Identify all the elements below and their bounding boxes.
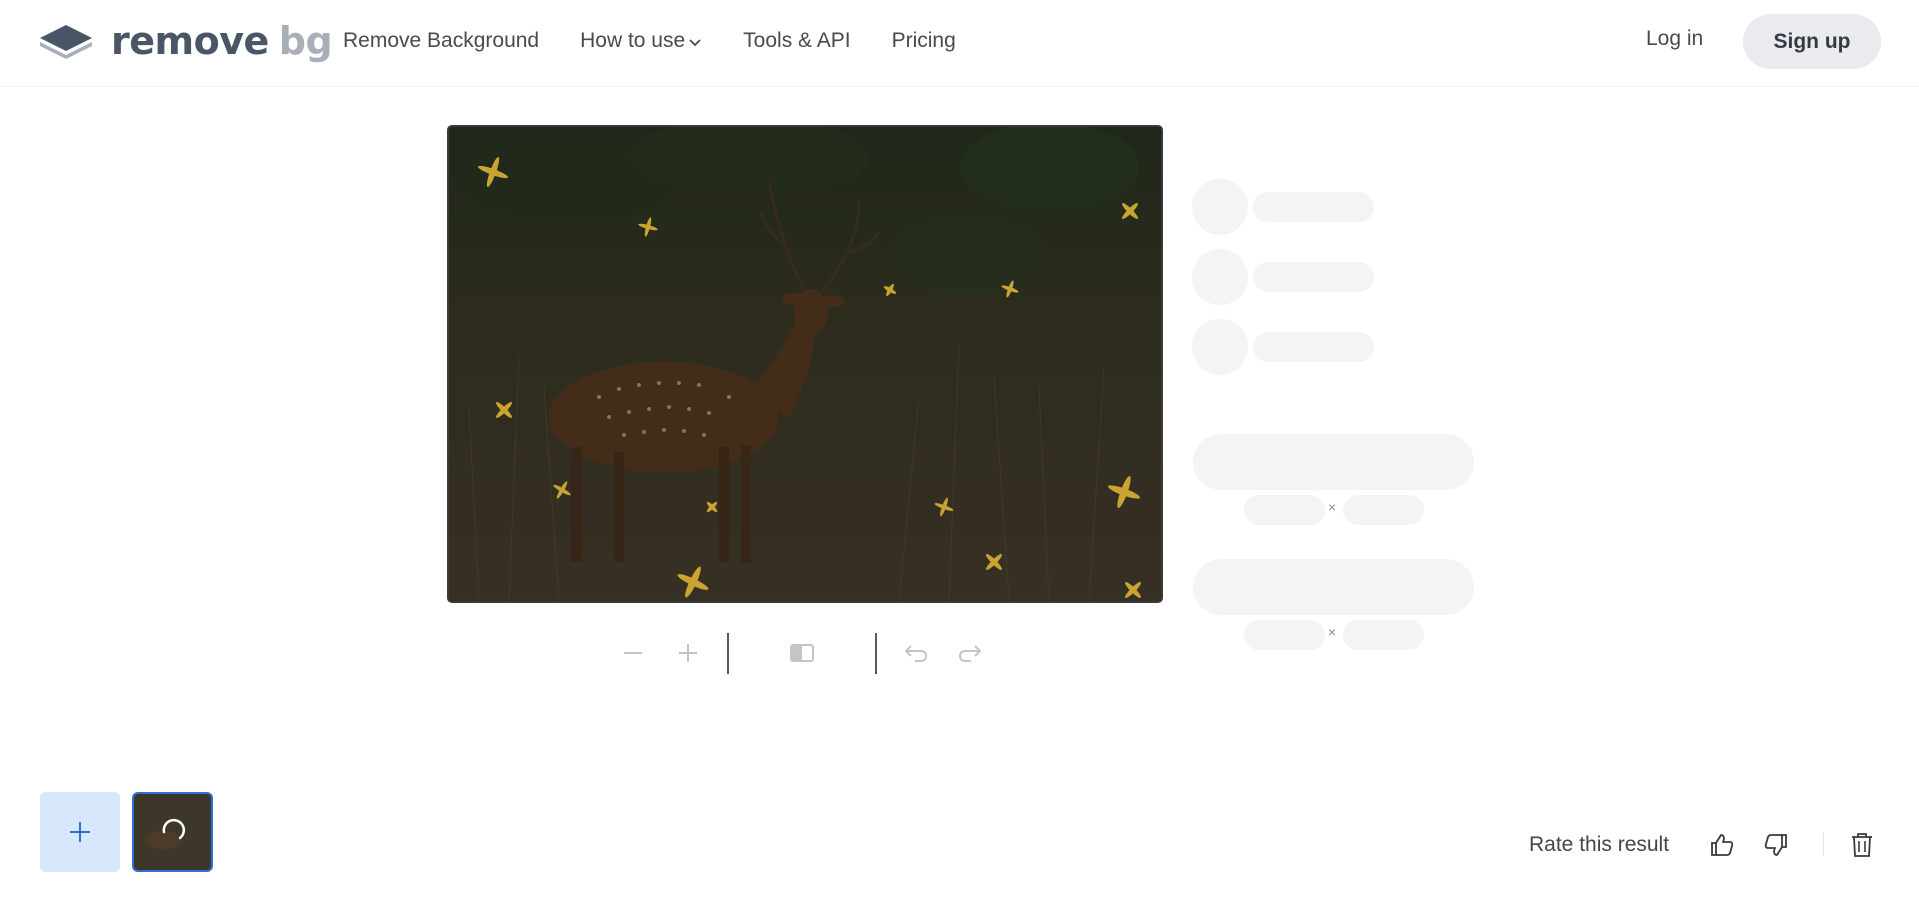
undo-button[interactable] <box>895 632 937 674</box>
trash-icon <box>1852 833 1872 857</box>
thumbs-up-button[interactable] <box>1705 828 1739 862</box>
thumbs-down-button[interactable] <box>1759 828 1793 862</box>
thumbs-up-icon <box>1711 834 1734 856</box>
thumbnail-preview <box>134 794 211 870</box>
delete-button[interactable] <box>1845 828 1879 862</box>
plus-icon <box>70 822 90 842</box>
top-navigation-bar: remove bg Remove Background How to use To… <box>0 0 1919 87</box>
signup-button[interactable]: Sign up <box>1743 14 1881 69</box>
undo-icon <box>904 645 928 662</box>
skeleton-width <box>1244 495 1325 525</box>
zoom-in-button[interactable] <box>667 632 709 674</box>
skeleton-line <box>1253 192 1374 222</box>
compare-button[interactable] <box>781 632 823 674</box>
nav-remove-background[interactable]: Remove Background <box>343 29 539 53</box>
main-nav: Remove Background How to use Tools & API… <box>343 0 997 82</box>
upload-image-button[interactable] <box>40 792 120 872</box>
chevron-down-icon <box>688 29 702 53</box>
bottom-divider <box>1823 832 1824 856</box>
nav-pricing[interactable]: Pricing <box>892 29 956 53</box>
skeleton-download-button <box>1193 434 1474 490</box>
skeleton-width <box>1244 620 1325 650</box>
image-thumbnail[interactable] <box>132 792 213 872</box>
plus-icon <box>679 644 697 662</box>
processing-image <box>449 127 1161 601</box>
size-separator: × <box>1328 624 1337 640</box>
editor-toolbar <box>612 632 991 674</box>
rate-result-label: Rate this result <box>1529 833 1670 856</box>
minus-icon <box>624 652 642 654</box>
thumbs-down-icon <box>1764 834 1787 856</box>
image-preview[interactable] <box>447 125 1163 603</box>
skeleton-line <box>1253 262 1374 292</box>
removebg-logo[interactable]: remove bg <box>39 19 333 63</box>
layers-logo-icon <box>40 25 92 59</box>
skeleton-avatar <box>1192 319 1248 375</box>
skeleton-download-hd-button <box>1193 559 1474 615</box>
skeleton-height <box>1343 495 1424 525</box>
logo-wordmark: remove bg <box>111 19 333 63</box>
skeleton-height <box>1343 620 1424 650</box>
skeleton-avatar <box>1192 179 1248 235</box>
skeleton-avatar <box>1192 249 1248 305</box>
nav-tools-api[interactable]: Tools & API <box>743 29 850 53</box>
toolbar-divider <box>727 632 729 674</box>
zoom-out-button[interactable] <box>612 632 654 674</box>
login-link[interactable]: Log in <box>1646 27 1703 51</box>
toolbar-divider <box>875 632 877 674</box>
redo-button[interactable] <box>949 632 991 674</box>
redo-icon <box>958 645 982 662</box>
compare-icon <box>790 644 814 662</box>
size-separator: × <box>1328 499 1337 515</box>
skeleton-line <box>1253 332 1374 362</box>
nav-how-to-use[interactable]: How to use <box>580 29 702 53</box>
